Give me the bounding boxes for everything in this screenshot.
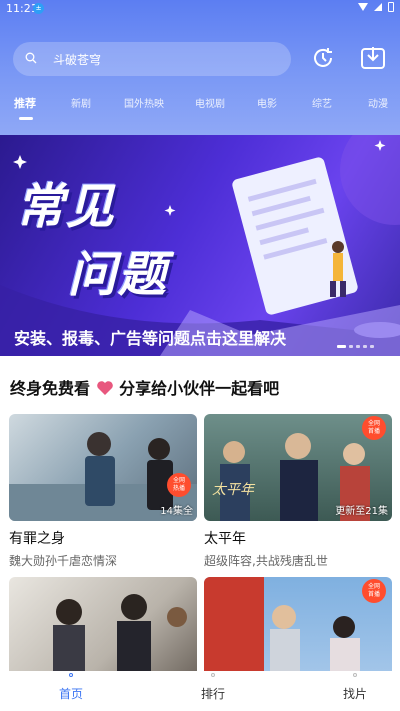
section-title: 终身免费看 分享给小伙伴一起看吧 xyxy=(10,375,279,399)
hot-tag: 全网 首播 xyxy=(362,416,386,440)
nav-home-label: 首页 xyxy=(58,687,83,701)
banner-dot[interactable] xyxy=(363,345,367,348)
find-icon xyxy=(353,673,357,677)
banner-dot[interactable] xyxy=(337,345,346,348)
tab-variety[interactable]: 综艺 xyxy=(312,95,332,110)
banner-dot[interactable] xyxy=(349,345,353,348)
tab-indicator xyxy=(19,117,33,120)
nav-home[interactable]: 首页 xyxy=(41,671,101,702)
section-title-part1: 终身免费看 xyxy=(10,379,91,398)
banner-dot[interactable] xyxy=(356,345,360,348)
video-card[interactable]: 太平年 全网 首播 更新至21集 太平年 超级阵容,共战残唐乱世 xyxy=(204,414,392,569)
tab-new-drama[interactable]: 新剧 xyxy=(71,95,91,110)
search-icon xyxy=(25,52,37,64)
nav-ranking[interactable]: 排行 xyxy=(183,671,243,702)
tab-anime[interactable]: 动漫 xyxy=(368,95,388,110)
bottom-nav: 首页 排行 找片 xyxy=(0,671,400,711)
video-card[interactable] xyxy=(9,577,197,684)
thumbnail-art xyxy=(53,594,187,684)
video-title: 有罪之身 xyxy=(9,531,65,547)
category-tabs: 推荐 新剧 国外热映 电视剧 电影 综艺 动漫 xyxy=(0,95,400,123)
video-thumbnail: 全网 热播 14集全 xyxy=(9,414,197,521)
nav-find[interactable]: 找片 xyxy=(325,671,385,702)
download-icon[interactable] xyxy=(360,45,386,71)
search-text: 斗破苍穹 xyxy=(53,53,102,67)
signal-icon xyxy=(374,3,382,11)
video-thumbnail xyxy=(9,577,197,684)
hot-tag: 全网 首播 xyxy=(362,579,386,603)
banner-pagination xyxy=(337,345,374,348)
notification-icon: ± xyxy=(33,3,44,14)
banner-caption: 安装、报毒、广告等问题点击这里解决 xyxy=(14,329,287,348)
banner-title-line2: 问题 xyxy=(68,247,169,303)
section-title-part2: 分享给小伙伴一起看吧 xyxy=(119,379,280,398)
heart-icon xyxy=(96,381,113,395)
episode-badge: 14集全 xyxy=(160,506,193,517)
home-icon xyxy=(69,673,73,677)
banner-dot[interactable] xyxy=(370,345,374,348)
video-thumbnail: 全网 首播 xyxy=(204,577,392,684)
wifi-icon xyxy=(358,3,368,11)
status-bar: 11:21 ± xyxy=(0,0,400,18)
battery-icon xyxy=(388,2,394,12)
video-card[interactable]: 全网 首播 xyxy=(204,577,392,684)
tab-movie[interactable]: 电影 xyxy=(257,95,277,110)
video-title: 太平年 xyxy=(204,531,246,547)
faq-banner[interactable]: 常见 问题 安装、报毒、广告等问题点击这里解决 xyxy=(0,135,400,356)
episode-badge: 更新至21集 xyxy=(335,506,388,517)
nav-ranking-label: 排行 xyxy=(200,687,225,701)
history-icon[interactable] xyxy=(310,45,336,71)
ranking-icon xyxy=(211,673,215,677)
video-card[interactable]: 全网 热播 14集全 有罪之身 魏大勋孙千虐恋情深 xyxy=(9,414,197,569)
tab-tv[interactable]: 电视剧 xyxy=(195,95,225,110)
video-thumbnail: 太平年 全网 首播 更新至21集 xyxy=(204,414,392,521)
search-input[interactable]: 斗破苍穹 xyxy=(13,42,291,76)
nav-find-label: 找片 xyxy=(342,687,367,701)
tab-foreign[interactable]: 国外热映 xyxy=(124,95,164,110)
svg-text:太平年: 太平年 xyxy=(212,482,256,498)
video-subtitle: 超级阵容,共战残唐乱世 xyxy=(204,554,328,568)
video-subtitle: 魏大勋孙千虐恋情深 xyxy=(9,554,118,568)
tab-recommend[interactable]: 推荐 xyxy=(14,95,36,111)
hot-tag: 全网 热播 xyxy=(167,473,191,497)
banner-title-line1: 常见 xyxy=(16,179,117,235)
status-icons xyxy=(358,2,394,12)
